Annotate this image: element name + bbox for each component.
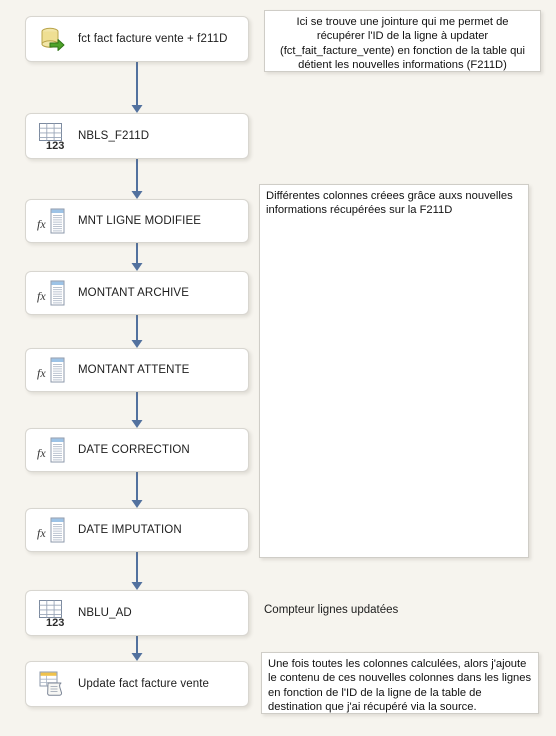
flow-connector-arrow[interactable] (130, 636, 144, 661)
derived-column-icon: fx (36, 513, 70, 547)
svg-text:123: 123 (46, 140, 64, 152)
svg-text:fx: fx (37, 446, 46, 460)
flow-node-rowcount-1[interactable]: 123 NBLS_F211D (25, 113, 249, 159)
flow-node-source[interactable]: fct fact facture vente + f211D (25, 16, 249, 62)
flow-node-label: MONTANT ARCHIVE (78, 287, 189, 299)
row-count-icon: 123 (36, 119, 70, 153)
flow-connector-arrow[interactable] (130, 392, 144, 428)
flow-connector-arrow[interactable] (130, 62, 144, 113)
flow-node-label: MNT LIGNE MODIFIEE (78, 215, 201, 227)
flow-node-command[interactable]: Update fact facture vente (25, 661, 249, 707)
flow-node-label: fct fact facture vente + f211D (78, 33, 228, 45)
derived-column-icon: fx (36, 276, 70, 310)
data-flow-canvas[interactable]: fct fact facture vente + f211D 123 NBLS_F2… (0, 0, 556, 736)
flow-connector-arrow[interactable] (130, 159, 144, 199)
flow-node-label: NBLU_AD (78, 607, 132, 619)
flow-node-derived-1[interactable]: fx MNT LIGNE MODIFIEE (25, 199, 249, 243)
flow-node-label: MONTANT ATTENTE (78, 364, 190, 376)
derived-column-icon: fx (36, 204, 70, 238)
annotation-join[interactable]: Ici se trouve une jointure qui me permet… (264, 10, 541, 72)
ole-db-command-icon (36, 667, 70, 701)
derived-column-icon: fx (36, 353, 70, 387)
flow-connector-arrow[interactable] (130, 472, 144, 508)
flow-node-derived-4[interactable]: fx DATE CORRECTION (25, 428, 249, 472)
svg-text:fx: fx (37, 217, 46, 231)
row-count-icon: 123 (36, 596, 70, 630)
flow-connector-arrow[interactable] (130, 315, 144, 348)
flow-node-label: Update fact facture vente (78, 678, 209, 690)
svg-text:fx: fx (37, 366, 46, 380)
counter-note[interactable]: Compteur lignes updatées (264, 604, 398, 616)
svg-text:fx: fx (37, 526, 46, 540)
derived-column-icon: fx (36, 433, 70, 467)
ole-db-source-icon (36, 22, 70, 56)
annotation-columns[interactable]: Différentes colonnes créees grâce auxs n… (259, 184, 529, 558)
flow-node-derived-3[interactable]: fx MONTANT ATTENTE (25, 348, 249, 392)
flow-node-rowcount-2[interactable]: 123 NBLU_AD (25, 590, 249, 636)
flow-node-label: NBLS_F211D (78, 130, 150, 142)
flow-node-label: DATE IMPUTATION (78, 524, 182, 536)
svg-text:123: 123 (46, 617, 64, 629)
flow-node-label: DATE CORRECTION (78, 444, 190, 456)
svg-text:fx: fx (37, 289, 46, 303)
flow-node-derived-2[interactable]: fx MONTANT ARCHIVE (25, 271, 249, 315)
flow-node-derived-5[interactable]: fx DATE IMPUTATION (25, 508, 249, 552)
flow-connector-arrow[interactable] (130, 552, 144, 590)
annotation-update[interactable]: Une fois toutes les colonnes calculées, … (261, 652, 539, 714)
flow-connector-arrow[interactable] (130, 243, 144, 271)
